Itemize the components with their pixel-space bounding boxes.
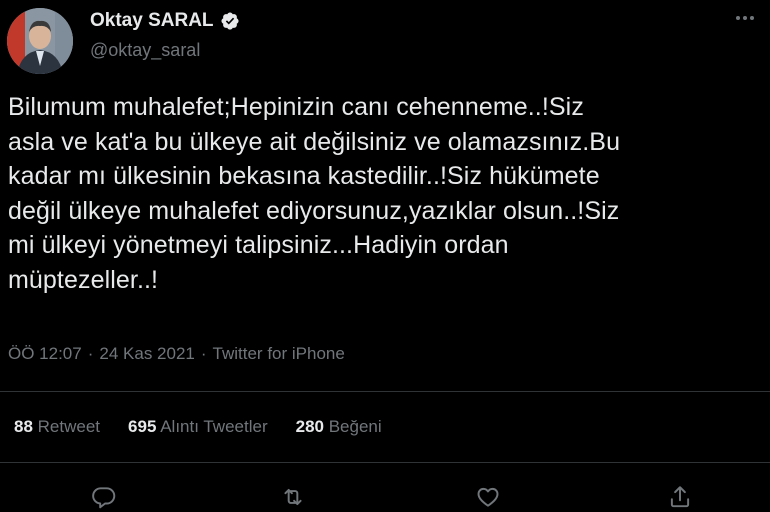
quote-label: Alıntı Tweetler <box>160 417 268 436</box>
author-handle[interactable]: @oktay_saral <box>90 39 200 61</box>
more-button[interactable] <box>730 6 760 30</box>
tweet-text: Bilumum muhalefet;Hepinizin canı cehenne… <box>8 93 621 294</box>
tweet-date[interactable]: 24 Kas 2021 <box>99 343 194 365</box>
tweet-actions <box>0 480 770 512</box>
tweet-time[interactable]: ÖÖ 12:07 <box>8 343 82 365</box>
like-count: 280 <box>295 417 324 436</box>
quote-count: 695 <box>128 417 157 436</box>
share-icon <box>670 486 690 508</box>
name-row: Oktay SARAL <box>90 10 240 32</box>
retweet-count: 88 <box>14 417 33 436</box>
like-button[interactable] <box>473 482 503 512</box>
verified-badge-icon <box>220 12 239 30</box>
meta-separator: · <box>200 344 207 363</box>
tweet-source[interactable]: Twitter for iPhone <box>213 343 345 365</box>
reply-button[interactable] <box>89 482 119 512</box>
retweet-stat[interactable]: 88 Retweet <box>14 416 100 438</box>
tweet-meta: ÖÖ 12:07 · 24 Kas 2021 · Twitter for iPh… <box>8 343 345 365</box>
share-button[interactable] <box>665 482 695 512</box>
like-label: Beğeni <box>328 417 382 436</box>
retweet-button[interactable] <box>278 482 308 512</box>
retweet-icon <box>284 488 302 506</box>
divider <box>0 391 770 392</box>
avatar-image <box>7 8 73 74</box>
retweet-label: Retweet <box>37 417 101 436</box>
reply-icon <box>92 487 116 509</box>
divider <box>0 462 770 463</box>
tweet-header: Oktay SARAL @oktay_saral <box>0 0 770 75</box>
tweet-stats: 88 Retweet 695 Alıntı Tweetler 280 Beğen… <box>14 416 382 438</box>
meta-separator: · <box>87 344 94 363</box>
quote-stat[interactable]: 695 Alıntı Tweetler <box>128 416 268 438</box>
author-display-name[interactable]: Oktay SARAL <box>90 10 214 32</box>
avatar[interactable] <box>7 8 73 74</box>
more-icon <box>736 16 754 20</box>
like-icon <box>477 487 499 507</box>
like-stat[interactable]: 280 Beğeni <box>296 416 382 438</box>
